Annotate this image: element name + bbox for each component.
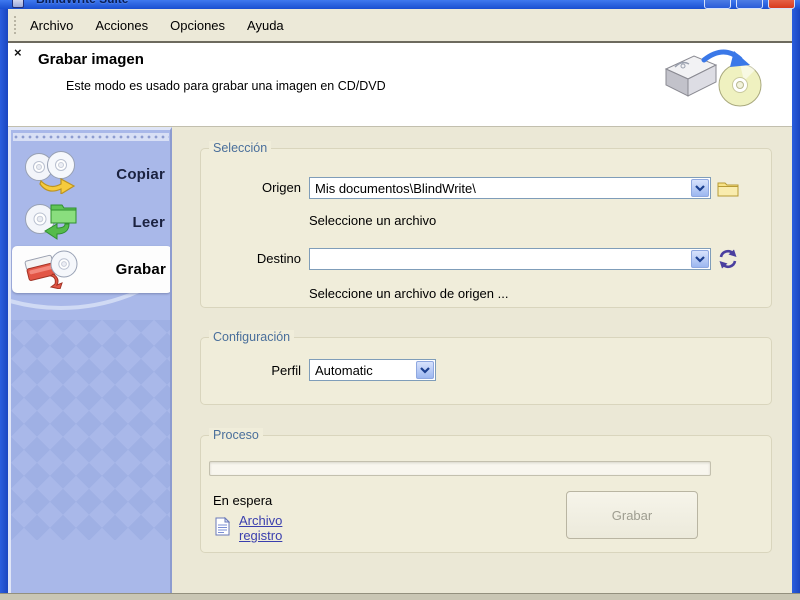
log-link-line2: registro bbox=[239, 528, 283, 543]
folder-icon bbox=[717, 182, 739, 196]
page-title: Grabar imagen bbox=[38, 51, 144, 68]
app-icon bbox=[12, 0, 24, 8]
profile-value: Automatic bbox=[315, 362, 373, 378]
refresh-button[interactable] bbox=[715, 248, 741, 270]
menu-archivo[interactable]: Archivo bbox=[22, 15, 81, 36]
close-button[interactable] bbox=[768, 0, 795, 9]
configuration-legend: Configuración bbox=[209, 330, 295, 344]
disk-to-cd-icon bbox=[658, 45, 768, 114]
sidebar-item-label: Copiar bbox=[116, 165, 165, 183]
close-panel-icon[interactable]: × bbox=[14, 46, 22, 59]
status-text: En espera bbox=[213, 493, 273, 508]
copy-discs-icon bbox=[23, 150, 81, 199]
page-subtitle: Este modo es usado para grabar una image… bbox=[66, 79, 386, 93]
read-disc-icon bbox=[23, 198, 81, 247]
sidebar-item-grabar[interactable]: Grabar bbox=[12, 245, 170, 294]
browse-folder-button[interactable] bbox=[715, 177, 741, 199]
process-groupbox: Proceso En espera Archivo registro Graba… bbox=[200, 428, 772, 553]
chevron-down-icon[interactable] bbox=[691, 250, 709, 268]
menu-acciones[interactable]: Acciones bbox=[87, 15, 156, 36]
refresh-icon bbox=[719, 249, 737, 269]
window-title: BlindWrite Suite bbox=[36, 0, 128, 6]
process-legend: Proceso bbox=[209, 428, 263, 442]
sidebar-diamond-pattern bbox=[11, 320, 170, 540]
burn-disc-icon bbox=[22, 245, 80, 294]
window-border-bottom bbox=[0, 593, 800, 600]
minimize-button[interactable] bbox=[704, 0, 731, 9]
destination-label: Destino bbox=[256, 251, 301, 266]
sidebar-item-label: Grabar bbox=[115, 261, 166, 278]
configuration-groupbox: Configuración Perfil Automatic bbox=[200, 330, 772, 405]
origin-label: Origen bbox=[261, 180, 301, 195]
sidebar-item-label: Leer bbox=[132, 213, 165, 231]
origin-hint: Seleccione un archivo bbox=[309, 213, 437, 228]
burn-button[interactable]: Grabar bbox=[566, 491, 698, 539]
destination-hint: Seleccione un archivo de origen ... bbox=[309, 286, 509, 301]
app-window: BlindWrite Suite Archivo Acciones Opcion… bbox=[0, 0, 800, 600]
menu-opciones[interactable]: Opciones bbox=[162, 15, 233, 36]
profile-label: Perfil bbox=[271, 363, 301, 378]
menu-grip-handle[interactable] bbox=[14, 16, 16, 34]
selection-legend: Selección bbox=[209, 141, 272, 155]
window-border-left bbox=[0, 0, 8, 594]
log-link-line1: Archivo bbox=[239, 513, 283, 528]
profile-combobox[interactable]: Automatic bbox=[309, 359, 436, 381]
log-file-link[interactable]: Archivo registro bbox=[239, 513, 282, 543]
mode-sidebar: Copiar Leer Grabar bbox=[8, 127, 172, 593]
progress-bar bbox=[209, 461, 711, 476]
maximize-button[interactable] bbox=[736, 0, 763, 9]
page-header: × Grabar imagen Este modo es usado para … bbox=[8, 43, 792, 127]
sidebar-item-leer[interactable]: Leer bbox=[13, 198, 170, 247]
sidebar-dotted-edge bbox=[13, 133, 169, 141]
title-bar[interactable]: BlindWrite Suite bbox=[0, 0, 800, 9]
log-file-icon bbox=[215, 516, 231, 541]
chevron-down-icon[interactable] bbox=[691, 179, 709, 197]
window-border-right bbox=[792, 0, 800, 594]
selection-groupbox: Selección Origen Mis documentos\BlindWri… bbox=[200, 141, 772, 308]
menu-ayuda[interactable]: Ayuda bbox=[239, 15, 292, 36]
sidebar-item-copiar[interactable]: Copiar bbox=[13, 150, 170, 199]
menu-bar: Archivo Acciones Opciones Ayuda bbox=[8, 9, 792, 43]
chevron-down-icon[interactable] bbox=[416, 361, 434, 379]
origin-combobox[interactable]: Mis documentos\BlindWrite\ bbox=[309, 177, 711, 199]
destination-combobox[interactable] bbox=[309, 248, 711, 270]
origin-value: Mis documentos\BlindWrite\ bbox=[315, 180, 476, 196]
